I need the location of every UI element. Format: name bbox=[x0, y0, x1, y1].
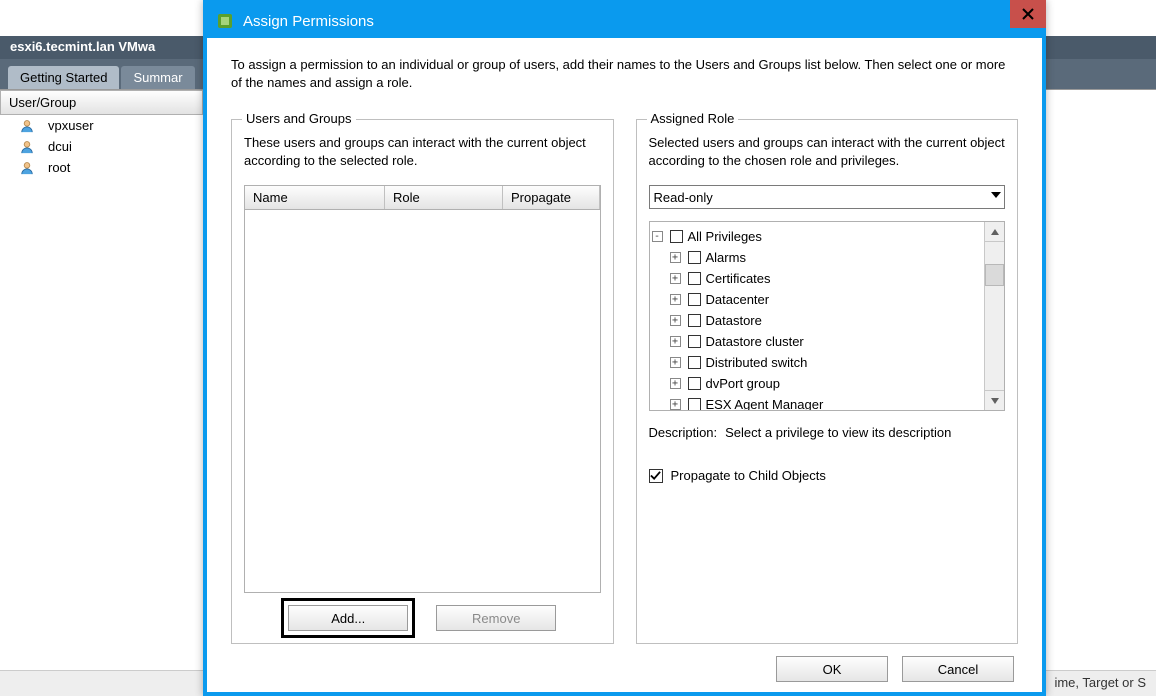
dialog-instruction: To assign a permission to an individual … bbox=[231, 56, 1018, 91]
expand-icon[interactable]: + bbox=[670, 399, 681, 410]
privilege-checkbox[interactable] bbox=[670, 230, 683, 243]
tab-getting-started[interactable]: Getting Started bbox=[8, 66, 119, 89]
tree-node[interactable]: + Alarms bbox=[670, 247, 983, 268]
expand-icon[interactable]: + bbox=[670, 252, 681, 263]
tab-summary[interactable]: Summar bbox=[121, 66, 194, 89]
vsphere-icon bbox=[217, 13, 233, 29]
privilege-label: Datastore bbox=[706, 313, 762, 328]
users-table-header: Name Role Propagate bbox=[245, 186, 600, 210]
privilege-checkbox[interactable] bbox=[688, 377, 701, 390]
column-propagate[interactable]: Propagate bbox=[503, 186, 600, 209]
user-name: root bbox=[48, 160, 70, 175]
column-name[interactable]: Name bbox=[245, 186, 385, 209]
user-group-column-header[interactable]: User/Group bbox=[0, 90, 203, 115]
privileges-tree: - All Privileges + Alarms + Certificates + Da… bbox=[649, 221, 1006, 411]
expand-icon[interactable]: + bbox=[670, 273, 681, 284]
propagate-label: Propagate to Child Objects bbox=[671, 468, 826, 483]
close-button[interactable] bbox=[1010, 0, 1046, 28]
tree-scrollbar[interactable] bbox=[984, 222, 1004, 410]
tree-node[interactable]: + Datastore bbox=[670, 310, 983, 331]
assigned-role-fieldset: Assigned Role Selected users and groups … bbox=[636, 119, 1019, 644]
scroll-down-icon[interactable] bbox=[985, 390, 1004, 410]
privilege-label: Alarms bbox=[706, 250, 746, 265]
privilege-label: dvPort group bbox=[706, 376, 780, 391]
scroll-up-icon[interactable] bbox=[985, 222, 1004, 242]
users-groups-fieldset: Users and Groups These users and groups … bbox=[231, 119, 614, 644]
tree-node[interactable]: + Certificates bbox=[670, 268, 983, 289]
close-icon bbox=[1022, 8, 1034, 20]
privilege-label: All Privileges bbox=[688, 229, 762, 244]
user-icon bbox=[20, 119, 34, 133]
expand-icon[interactable]: + bbox=[670, 357, 681, 368]
privilege-label: Certificates bbox=[706, 271, 771, 286]
privilege-label: ESX Agent Manager bbox=[706, 397, 824, 410]
privilege-checkbox[interactable] bbox=[688, 398, 701, 410]
users-table-body[interactable] bbox=[245, 210, 600, 592]
statusbar-text: ime, Target or S bbox=[1054, 675, 1146, 690]
dialog-body: To assign a permission to an individual … bbox=[207, 38, 1042, 692]
bg-title-text: esxi6.tecmint.lan VMwa bbox=[10, 39, 155, 54]
user-icon bbox=[20, 161, 34, 175]
privilege-checkbox[interactable] bbox=[688, 293, 701, 306]
users-table: Name Role Propagate bbox=[244, 185, 601, 593]
expand-icon[interactable]: + bbox=[670, 315, 681, 326]
role-dropdown[interactable] bbox=[649, 185, 1006, 209]
propagate-checkbox[interactable] bbox=[649, 469, 663, 483]
privilege-checkbox[interactable] bbox=[688, 335, 701, 348]
users-groups-legend: Users and Groups bbox=[242, 111, 356, 126]
assigned-role-legend: Assigned Role bbox=[647, 111, 739, 126]
ok-button[interactable]: OK bbox=[776, 656, 888, 682]
privilege-checkbox[interactable] bbox=[688, 356, 701, 369]
privilege-checkbox[interactable] bbox=[688, 314, 701, 327]
privilege-description-label: Description: bbox=[649, 425, 718, 440]
user-name: vpxuser bbox=[48, 118, 94, 133]
assign-permissions-dialog: Assign Permissions To assign a permissio… bbox=[203, 0, 1046, 696]
checkmark-icon bbox=[650, 470, 661, 481]
privilege-checkbox[interactable] bbox=[688, 251, 701, 264]
dialog-footer: OK Cancel bbox=[231, 644, 1018, 682]
dialog-title: Assign Permissions bbox=[243, 13, 374, 30]
tree-node[interactable]: + Datacenter bbox=[670, 289, 983, 310]
expand-icon[interactable]: + bbox=[670, 294, 681, 305]
scroll-thumb[interactable] bbox=[985, 264, 1004, 286]
expand-icon[interactable]: + bbox=[670, 378, 681, 389]
privilege-label: Datastore cluster bbox=[706, 334, 804, 349]
collapse-icon[interactable]: - bbox=[652, 231, 663, 242]
tree-node[interactable]: + Datastore cluster bbox=[670, 331, 983, 352]
tree-node[interactable]: + Distributed switch bbox=[670, 352, 983, 373]
users-groups-description: These users and groups can interact with… bbox=[244, 134, 601, 169]
tree-node[interactable]: + ESX Agent Manager bbox=[670, 394, 983, 410]
privilege-description-text: Select a privilege to view its descripti… bbox=[725, 425, 951, 440]
privilege-label: Datacenter bbox=[706, 292, 770, 307]
dialog-titlebar: Assign Permissions bbox=[207, 4, 1042, 38]
assigned-role-description: Selected users and groups can interact w… bbox=[649, 134, 1006, 169]
tree-node[interactable]: + dvPort group bbox=[670, 373, 983, 394]
privilege-checkbox[interactable] bbox=[688, 272, 701, 285]
column-role[interactable]: Role bbox=[385, 186, 503, 209]
expand-icon[interactable]: + bbox=[670, 336, 681, 347]
user-icon bbox=[20, 140, 34, 154]
user-name: dcui bbox=[48, 139, 72, 154]
add-button[interactable]: Add... bbox=[288, 605, 408, 631]
privilege-label: Distributed switch bbox=[706, 355, 808, 370]
cancel-button[interactable]: Cancel bbox=[902, 656, 1014, 682]
tree-node-root[interactable]: - All Privileges bbox=[652, 226, 983, 247]
remove-button[interactable]: Remove bbox=[436, 605, 556, 631]
